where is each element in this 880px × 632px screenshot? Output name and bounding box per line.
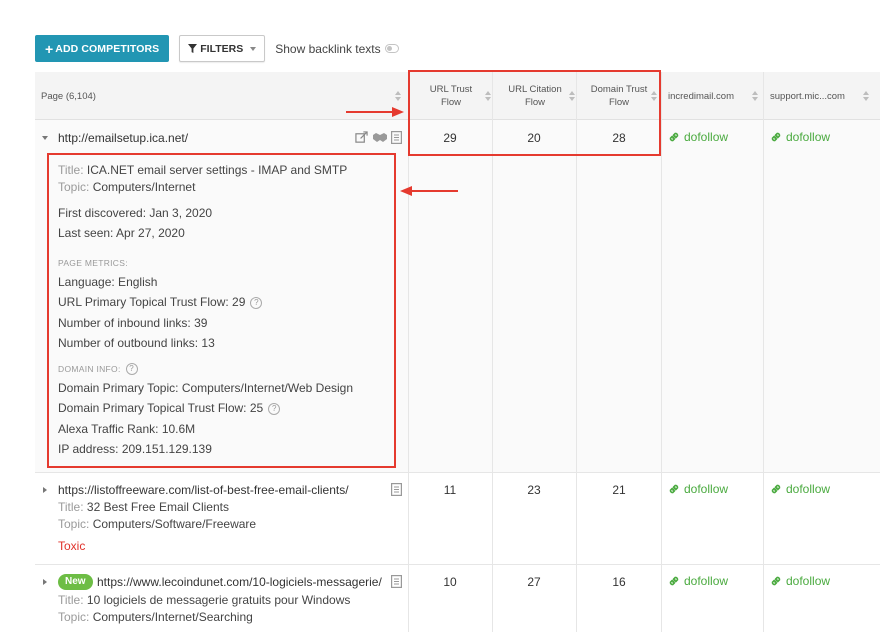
sort-icon[interactable] bbox=[863, 91, 869, 101]
show-backlink-texts-toggle[interactable] bbox=[384, 44, 399, 53]
row-url[interactable]: https://listoffreeware.com/list-of-best-… bbox=[58, 483, 349, 497]
link-icon bbox=[669, 484, 679, 494]
competitor-2-dofollow[interactable]: dofollow bbox=[770, 482, 830, 496]
expand-row-icon[interactable] bbox=[43, 487, 47, 493]
topic-value: Computers/Software/Freeware bbox=[92, 517, 257, 531]
arrow-left-icon bbox=[400, 186, 458, 196]
link-icon bbox=[771, 484, 781, 494]
handshake-icon[interactable] bbox=[372, 132, 388, 143]
row-title: Title: 32 Best Free Email Clients bbox=[58, 500, 229, 514]
url-trust-flow-value: 10 bbox=[443, 575, 457, 589]
header-competitor-1-label: incredimail.com bbox=[668, 90, 734, 102]
dofollow-label: dofollow bbox=[684, 574, 729, 588]
url-trust-flow-value: 11 bbox=[443, 483, 457, 497]
domain-trust-flow-value: 21 bbox=[612, 483, 626, 497]
title-value: 10 logiciels de messagerie gratuits pour… bbox=[86, 593, 351, 607]
document-icon[interactable] bbox=[391, 131, 402, 144]
external-link-icon[interactable] bbox=[355, 131, 368, 144]
add-competitors-label: ADD COMPETITORS bbox=[55, 42, 160, 55]
row-url[interactable]: https://www.lecoindunet.com/10-logiciels… bbox=[97, 575, 382, 589]
competitor-2-dofollow[interactable]: dofollow bbox=[770, 130, 830, 144]
column-divider bbox=[661, 72, 662, 632]
topic-key: Topic: bbox=[58, 610, 90, 624]
row-url[interactable]: http://emailsetup.ica.net/ bbox=[58, 131, 188, 145]
competitor-1-dofollow[interactable]: dofollow bbox=[668, 130, 728, 144]
toolbar: + ADD COMPETITORS FILTERS Show backlink … bbox=[35, 35, 399, 62]
filter-icon bbox=[188, 44, 198, 53]
document-icon[interactable] bbox=[391, 575, 402, 588]
row-topic: Topic: Computers/Internet/Searching bbox=[58, 610, 253, 624]
filters-label: FILTERS bbox=[200, 42, 244, 55]
row-divider bbox=[35, 472, 880, 473]
add-competitors-button[interactable]: + ADD COMPETITORS bbox=[35, 35, 170, 62]
link-icon bbox=[771, 576, 781, 586]
dofollow-label: dofollow bbox=[684, 130, 729, 144]
new-badge: New bbox=[58, 574, 93, 590]
competitor-2-dofollow[interactable]: dofollow bbox=[770, 574, 830, 588]
row-topic: Topic: Computers/Software/Freeware bbox=[58, 517, 256, 531]
column-divider bbox=[576, 72, 577, 632]
title-key: Title: bbox=[58, 500, 84, 514]
column-divider bbox=[492, 72, 493, 632]
header-competitor-2-label: support.mic...com bbox=[770, 90, 845, 102]
link-icon bbox=[669, 576, 679, 586]
sort-icon[interactable] bbox=[752, 91, 758, 101]
header-competitor-1[interactable]: incredimail.com bbox=[668, 72, 764, 120]
dofollow-label: dofollow bbox=[786, 130, 831, 144]
row-divider bbox=[35, 564, 880, 565]
collapse-row-icon[interactable] bbox=[42, 136, 48, 140]
sort-icon[interactable] bbox=[395, 91, 401, 101]
expand-row-icon[interactable] bbox=[43, 579, 47, 585]
document-icon[interactable] bbox=[391, 483, 402, 496]
show-backlink-texts-label: Show backlink texts bbox=[275, 41, 381, 56]
link-icon bbox=[771, 132, 781, 142]
chevron-down-icon bbox=[250, 46, 257, 51]
column-divider bbox=[408, 72, 409, 632]
topic-key: Topic: bbox=[58, 517, 90, 531]
toxic-flag: Toxic bbox=[58, 539, 86, 553]
domain-trust-flow-value: 16 bbox=[612, 575, 626, 589]
title-value: 32 Best Free Email Clients bbox=[86, 500, 229, 514]
annotation-highlight-flow-columns bbox=[408, 70, 661, 156]
url-citation-flow-value: 23 bbox=[527, 483, 541, 497]
dofollow-label: dofollow bbox=[684, 482, 729, 496]
topic-value: Computers/Internet/Searching bbox=[92, 610, 253, 624]
competitor-1-dofollow[interactable]: dofollow bbox=[668, 574, 728, 588]
link-icon bbox=[669, 132, 679, 142]
header-page-label: Page (6,104) bbox=[41, 90, 96, 102]
competitor-1-dofollow[interactable]: dofollow bbox=[668, 482, 728, 496]
arrow-right-icon bbox=[346, 107, 404, 117]
url-citation-flow-value: 27 bbox=[527, 575, 541, 589]
dofollow-label: dofollow bbox=[786, 482, 831, 496]
title-key: Title: bbox=[58, 593, 84, 607]
show-backlink-texts: Show backlink texts bbox=[275, 41, 399, 56]
annotation-highlight-details bbox=[47, 153, 396, 468]
filters-button[interactable]: FILTERS bbox=[179, 35, 266, 62]
dofollow-label: dofollow bbox=[786, 574, 831, 588]
plus-icon: + bbox=[45, 40, 54, 57]
column-divider bbox=[763, 72, 764, 632]
row-title: Title: 10 logiciels de messagerie gratui… bbox=[58, 593, 350, 607]
